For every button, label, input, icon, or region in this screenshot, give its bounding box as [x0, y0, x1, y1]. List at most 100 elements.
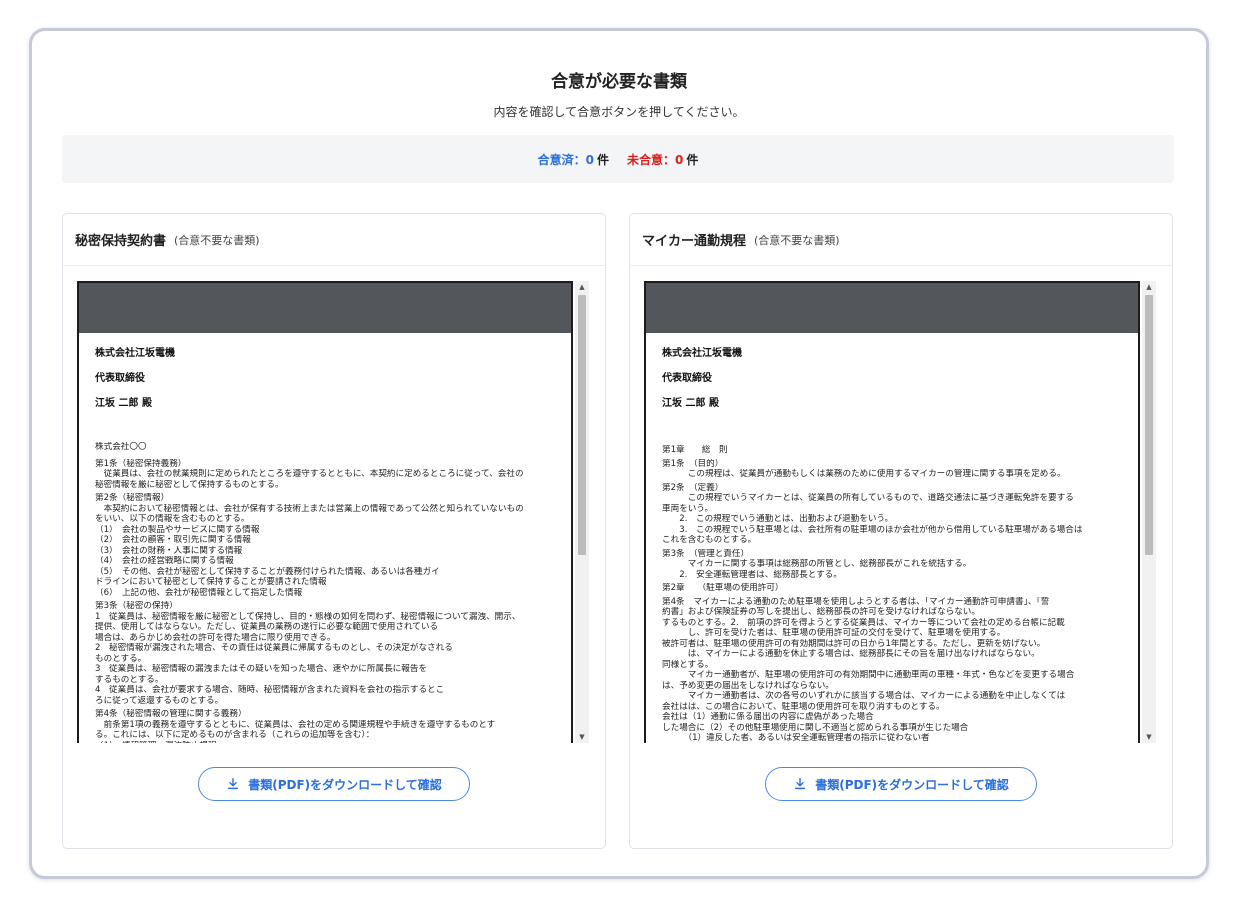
- document-line: マイカーに関する事項は総務部の所管とし、総務部長がこれを統括する。: [662, 559, 972, 569]
- document-line: 会社は（1）通勤に係る届出の内容に虚偽があった場合: [662, 712, 874, 722]
- download-icon: [795, 778, 806, 790]
- document-line: ドラインにおいて秘密として保持することが要請された情報: [95, 577, 327, 587]
- pending-unit: 件: [686, 152, 699, 167]
- document-line: 3. この規程でいう駐車場とは、会社所有の駐車場のほか会社が他から借用している駐…: [662, 524, 1083, 535]
- document-line: 第2章 （駐車場の使用許可）: [662, 583, 784, 593]
- page-title: 合意が必要な書類: [551, 72, 687, 92]
- download-pdf-button[interactable]: 書類(PDF)をダウンロードして確認: [765, 767, 1037, 801]
- agreed-status: 合意済：0 件: [538, 151, 609, 168]
- card-header: マイカー通勤規程 (合意不要な書類): [630, 214, 1172, 266]
- document-line: 同様とする。: [662, 659, 714, 670]
- recipient-name: 江坂 二郎 殿: [95, 398, 152, 409]
- document-title: 秘密保持契約書: [75, 234, 167, 249]
- page-subtitle: 内容を確認して合意ボタンを押してください。: [493, 105, 745, 119]
- pdf-viewer[interactable]: 株式会社江坂電機 代表取締役 江坂 二郎 殿 株式会社〇〇 第1条（秘密保持義務…: [77, 281, 591, 743]
- document-line: 秘密情報を厳に秘密として保持するものとする。: [95, 479, 284, 490]
- sender-name: 株式会社〇〇: [95, 442, 147, 452]
- document-line: 第4条 マイカーによる通勤のため駐車場を使用しようとする者は、「マイカー通勤許可…: [662, 596, 1050, 607]
- document-line: 第2条 （定義）: [662, 482, 724, 493]
- card-header: 秘密保持契約書 (合意不要な書類): [63, 214, 605, 266]
- pdf-content: 株式会社江坂電機 代表取締役 江坂 二郎 殿 株式会社〇〇 第1条（秘密保持義務…: [79, 333, 571, 743]
- consent-panel: 合意が必要な書類 内容を確認して合意ボタンを押してください。 合意済：0 件 未合…: [29, 28, 1209, 879]
- pending-label: 未合意：: [627, 152, 676, 167]
- document-line: これを含むものとする。: [662, 535, 757, 545]
- pdf-scrollbar[interactable]: ▲ ▼: [1142, 281, 1156, 743]
- scroll-up-arrow-icon[interactable]: ▲: [1142, 281, 1156, 293]
- pending-count: 0: [675, 152, 684, 167]
- scroll-thumb[interactable]: [1145, 295, 1153, 555]
- scroll-up-arrow-icon[interactable]: ▲: [575, 281, 589, 293]
- document-line: 2 秘密情報が漏洩された場合、その責任は従業員に帰属するものとし、その決定がなさ…: [95, 643, 453, 653]
- document-line: （2） 会社の顧客・取引先に関する情報: [95, 535, 251, 545]
- document-line: る。これには、以下に定めるものが含まれる（これらの追加等を含む）：: [95, 730, 375, 740]
- pdf-scrollbar[interactable]: ▲ ▼: [575, 281, 589, 743]
- document-line: 第2条（秘密情報）: [95, 493, 170, 503]
- scroll-thumb[interactable]: [578, 295, 586, 555]
- document-line: （6） 上記の他、会社が秘密情報として指定した情報: [95, 587, 303, 598]
- document-line: は、予め変更の届出をしなければならない。: [662, 680, 834, 691]
- document-line: （1） 会社の製品やサービスに関する情報: [95, 524, 260, 535]
- document-line: 本契約において秘密情報とは、会社が保有する技術上または営業上の情報であって公然と…: [95, 503, 524, 514]
- recipient-name: 江坂 二郎 殿: [662, 398, 719, 409]
- document-line: 第1条（秘密保持義務）: [95, 458, 187, 469]
- document-tag: (合意不要な書類): [174, 233, 260, 247]
- agreed-label: 合意済：: [537, 152, 586, 167]
- download-label: 書類(PDF)をダウンロードして確認: [815, 777, 1009, 792]
- scroll-down-arrow-icon[interactable]: ▼: [1142, 731, 1156, 743]
- document-line: 場合は、あらかじめ会社の許可を得た場合に限り使用できる。: [95, 632, 336, 643]
- scroll-down-arrow-icon[interactable]: ▼: [575, 731, 589, 743]
- document-line: マイカー通勤者が、駐車場の使用許可の有効期間中に通勤車両の車種・年式・色などを変…: [662, 670, 1075, 680]
- document-line: 第4条（秘密情報の管理に関する義務）: [95, 709, 247, 719]
- document-line: し、許可を受けた者は、駐車場の使用許可証の交付を受けて、駐車場を使用する。: [662, 628, 1006, 638]
- document-line: この規程でいうマイカーとは、従業員の所有しているもので、道路交通法に基づき運転免…: [662, 493, 1074, 503]
- recipient-title: 代表取締役: [662, 373, 712, 384]
- document-line: ものとする。: [95, 653, 147, 664]
- document-body: 第1条（秘密保持義務） 従業員は、会社の就業規則に定められたところを遵守するとと…: [95, 459, 555, 744]
- document-line: 1 従業員は、秘密情報を厳に秘密として保持し、目的・態様の如何を問わず、秘密情報…: [95, 611, 521, 622]
- document-line: した場合に（2）その他駐車場使用に関し不適当と認められる事項が生じた場合: [662, 722, 969, 733]
- document-line: をいい、以下の情報を含むものとする。: [95, 514, 250, 524]
- pdf-content: 株式会社江坂電機 代表取締役 江坂 二郎 殿 第1章 総 則第1条 （目的） こ…: [646, 333, 1138, 743]
- agreed-count: 0: [585, 152, 594, 167]
- recipient-company: 株式会社江坂電機: [95, 348, 175, 359]
- document-tag: (合意不要な書類): [754, 233, 840, 247]
- document-line: 被許可者は、駐車場の使用許可の有効期間は許可の日から1年間とする。ただし、更新を…: [662, 638, 1046, 649]
- document-line: 会社はは、この場合において、駐車場の使用許可を取り消すものとする。: [662, 701, 945, 712]
- document-line: 第1条 （目的）: [662, 458, 724, 469]
- recipient-company: 株式会社江坂電機: [662, 348, 742, 359]
- pdf-viewer[interactable]: 株式会社江坂電機 代表取締役 江坂 二郎 殿 第1章 総 則第1条 （目的） こ…: [644, 281, 1158, 743]
- document-line: （1）違反した者、あるいは安全運転管理者の指示に従わない者: [662, 733, 930, 743]
- document-line: マイカー通勤者は、次の各号のいずれかに該当する場合は、マイカーによる通勤を中止し…: [662, 691, 1066, 701]
- agreed-unit: 件: [596, 152, 609, 167]
- pdf-page: 株式会社江坂電機 代表取締役 江坂 二郎 殿 第1章 総 則第1条 （目的） こ…: [644, 281, 1140, 743]
- document-line: 第1章 総 則: [662, 445, 728, 455]
- pdf-toolbar: [646, 283, 1138, 333]
- document-line: 車両をいう。: [662, 503, 714, 514]
- document-line: するものとする。2. 前項の許可を得ようとする従業員は、マイカー等について会社の…: [662, 617, 1065, 628]
- document-line: 第3条（秘密の保持）: [95, 601, 178, 611]
- recipient-title: 代表取締役: [95, 373, 145, 384]
- document-line: （4） 会社の経営戦略に関する情報: [95, 556, 234, 566]
- document-line: は、マイカーによる通勤を休止する場合は、総務部長にその旨を届け出なければならない…: [662, 649, 1040, 659]
- document-line: （1） 情報管理・漏洩防止規程: [95, 741, 555, 744]
- document-line: 従業員は、会社の就業規則に定められたところを遵守するとともに、本契約に定めるとこ…: [95, 469, 524, 479]
- document-title: マイカー通勤規程: [642, 234, 747, 249]
- document-line: 約書」および保険証券の写しを提出し、総務部長の許可を受けなければならない。: [662, 607, 980, 617]
- document-line: ろに従って返還するものとする。: [95, 695, 224, 706]
- document-line: （5） その他、会社が秘密として保持することが義務付けられた情報、あるいは各種ガ…: [95, 566, 440, 577]
- document-line: 提供、使用してはならない。ただし、従業員の業務の遂行に必要な範囲で使用されている: [95, 622, 439, 632]
- pending-status: 未合意：0 件: [627, 151, 698, 168]
- consent-status-bar: 合意済：0 件 未合意：0 件: [62, 135, 1174, 183]
- document-line: 3 従業員は、秘密情報の漏洩またはその疑いを知った場合、速やかに所属長に報告を: [95, 664, 428, 674]
- document-body: 第1章 総 則第1条 （目的） この規程は、従業員が通勤もしくは業務のために使用…: [662, 445, 1122, 743]
- document-line: 2. 安全運転管理者は、総務部長とする。: [662, 569, 842, 580]
- document-line: この規程は、従業員が通勤もしくは業務のために使用するマイカーの管理に関する事項を…: [662, 469, 1066, 479]
- download-pdf-button[interactable]: 書類(PDF)をダウンロードして確認: [198, 767, 470, 801]
- document-line: （3） 会社の財務・人事に関する情報: [95, 545, 243, 556]
- document-line: 4 従業員は、会社が要求する場合、随時、秘密情報が含まれた資料を会社の指示すると…: [95, 685, 445, 695]
- document-line: 2. この規程でいう通勤とは、出勤および退勤をいう。: [662, 514, 894, 524]
- download-icon: [228, 778, 239, 790]
- document-card-nda: 秘密保持契約書 (合意不要な書類) 株式会社江坂電機 代表取締役 江坂 二郎 殿…: [62, 213, 606, 849]
- pdf-toolbar: [79, 283, 571, 333]
- document-line: 前条第1項の義務を遵守するとともに、従業員は、会社の定める関連規程や手続きを遵守…: [95, 719, 496, 730]
